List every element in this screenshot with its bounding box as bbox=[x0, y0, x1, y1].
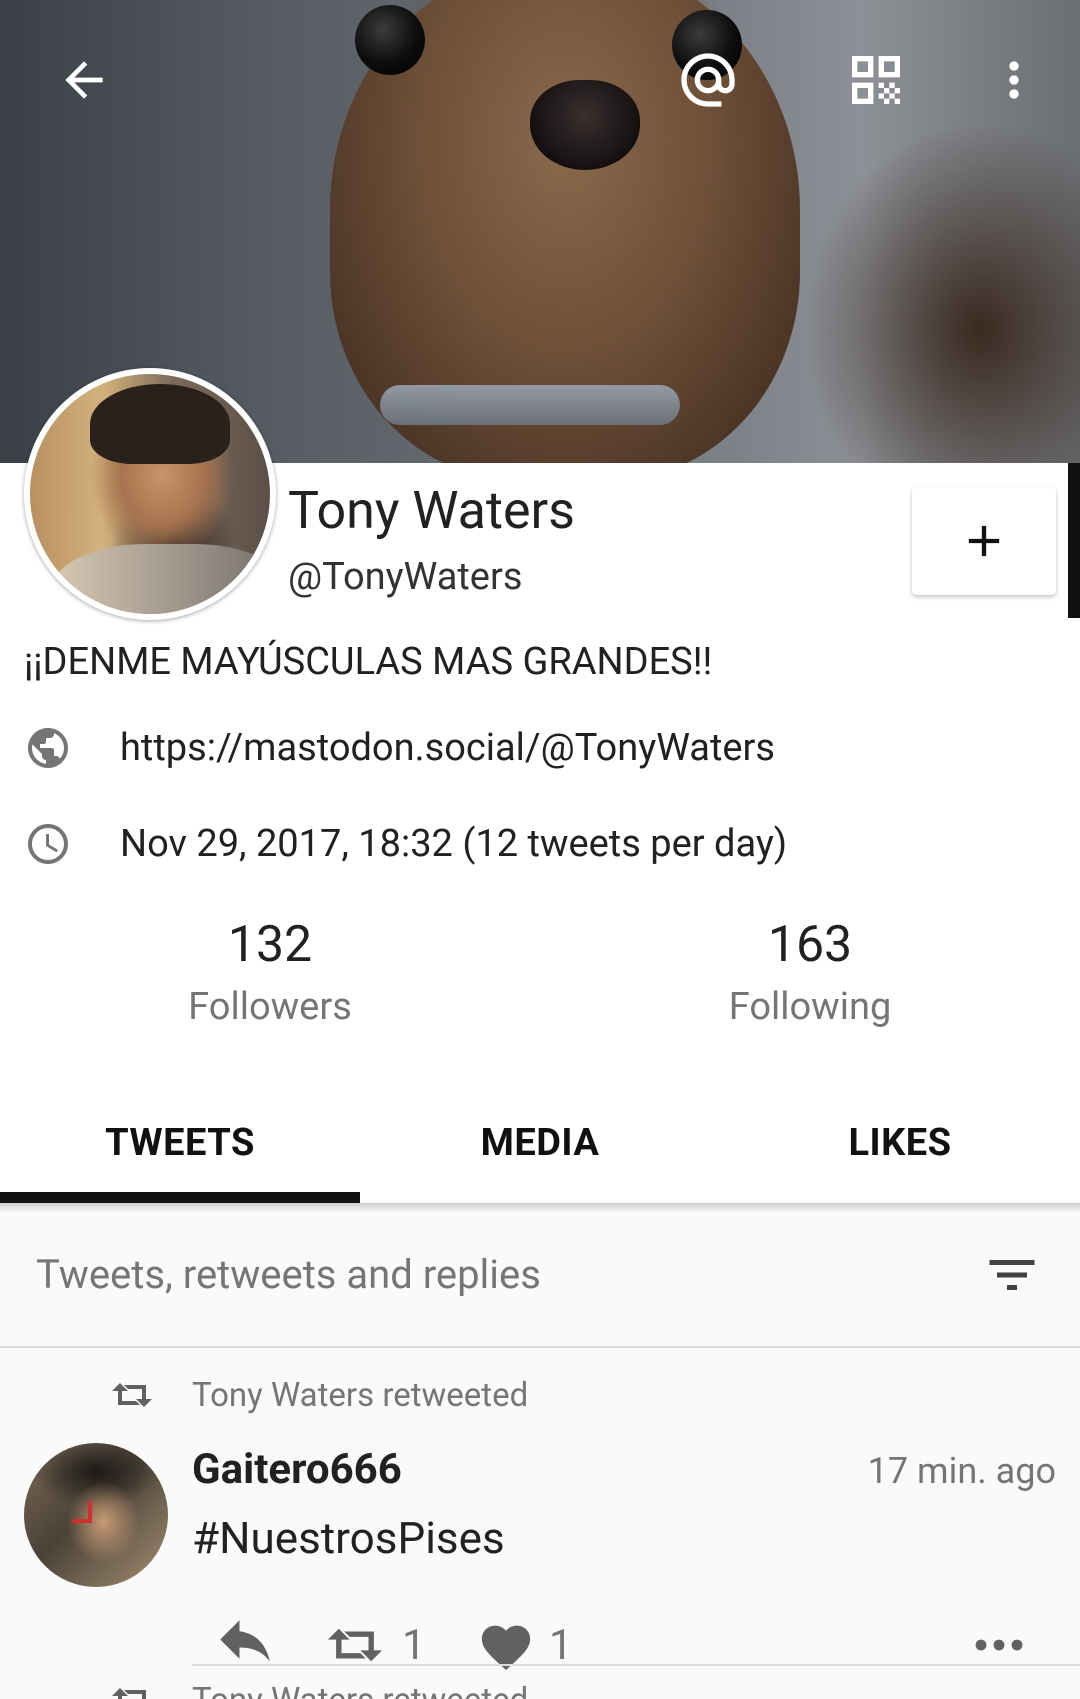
website-link[interactable]: https://mastodon.social/@TonyWaters bbox=[120, 726, 775, 770]
profile-bio: ¡¡DENME MAYÚSCULAS MAS GRANDES!! bbox=[24, 640, 713, 684]
status-actions: 1 1 bbox=[192, 1610, 1056, 1680]
tabs-shadow bbox=[0, 1203, 1080, 1213]
status-author-name[interactable]: Gaitero666 bbox=[192, 1445, 402, 1494]
banner-dog-eye-left bbox=[355, 5, 425, 75]
like-count: 1 bbox=[549, 1620, 573, 1670]
following-count: 163 bbox=[767, 916, 853, 974]
avatar-red-mark bbox=[72, 1501, 92, 1523]
avatar-shirt bbox=[50, 544, 270, 614]
status-divider bbox=[192, 1664, 1080, 1666]
username: @TonyWaters bbox=[288, 555, 523, 599]
more-horiz-icon bbox=[975, 1639, 1023, 1651]
filter-label: Tweets, retweets and replies bbox=[36, 1251, 541, 1298]
tab-likes[interactable]: LIKES bbox=[720, 1083, 1080, 1203]
joined-row: Nov 29, 2017, 18:32 (12 tweets per day) bbox=[24, 814, 787, 874]
filter-button[interactable] bbox=[980, 1243, 1044, 1307]
retweet-icon bbox=[112, 1383, 152, 1407]
reply-button[interactable] bbox=[212, 1610, 278, 1680]
profile-avatar-image bbox=[30, 374, 270, 614]
plus-icon bbox=[968, 525, 1000, 557]
arrow-left-icon bbox=[65, 61, 103, 99]
qr-code-button[interactable] bbox=[836, 40, 916, 120]
more-vert-icon bbox=[1009, 61, 1019, 99]
status-timestamp: 17 min. ago bbox=[867, 1450, 1056, 1492]
status-text[interactable]: #NuestrosPises bbox=[192, 1512, 505, 1564]
retweet-button[interactable]: 1 bbox=[322, 1610, 426, 1680]
globe-icon bbox=[24, 724, 72, 772]
next-retweet-text: Tony Waters retweeted bbox=[192, 1681, 528, 1699]
following-stat[interactable]: 163 Following bbox=[660, 916, 960, 1030]
next-retweet-indicator: Tony Waters retweeted bbox=[108, 1680, 528, 1699]
qr-code-icon bbox=[852, 56, 900, 104]
website-row: https://mastodon.social/@TonyWaters bbox=[24, 718, 775, 778]
like-button[interactable]: 1 bbox=[477, 1610, 573, 1680]
timeline-filter-bar: Tweets, retweets and replies bbox=[0, 1203, 1080, 1348]
banner-dog-collar bbox=[380, 385, 680, 425]
followers-count: 132 bbox=[227, 916, 313, 974]
display-name: Tony Waters bbox=[288, 480, 576, 541]
profile-avatar[interactable] bbox=[24, 368, 276, 620]
status-item[interactable]: Tony Waters retweeted Gaitero666 17 min.… bbox=[0, 1350, 1080, 1699]
mention-button[interactable] bbox=[668, 40, 748, 120]
retweet-by-text: Tony Waters retweeted bbox=[192, 1375, 529, 1415]
edge-bar bbox=[1068, 463, 1080, 618]
profile-tabs: TWEETS MEDIA LIKES bbox=[0, 1083, 1080, 1203]
following-label: Following bbox=[728, 985, 892, 1029]
status-author-avatar[interactable] bbox=[24, 1443, 168, 1587]
timeline[interactable]: Tweets, retweets and replies Tony Waters… bbox=[0, 1203, 1080, 1699]
joined-date: Nov 29, 2017, 18:32 (12 tweets per day) bbox=[120, 822, 788, 866]
at-sign-icon bbox=[681, 53, 735, 107]
retweet-icon bbox=[112, 1688, 146, 1699]
banner-dog-nose bbox=[530, 80, 640, 170]
follow-button[interactable] bbox=[912, 487, 1056, 595]
clock-icon bbox=[24, 820, 72, 868]
avatar-hair bbox=[90, 384, 230, 464]
followers-stat[interactable]: 132 Followers bbox=[120, 916, 420, 1030]
retweet-count: 1 bbox=[402, 1620, 426, 1670]
status-more-button[interactable] bbox=[972, 1610, 1026, 1680]
back-button[interactable] bbox=[44, 40, 124, 120]
followers-label: Followers bbox=[188, 985, 352, 1029]
retweet-indicator: Tony Waters retweeted bbox=[108, 1370, 528, 1420]
tab-tweets[interactable]: TWEETS bbox=[0, 1083, 360, 1203]
tab-media[interactable]: MEDIA bbox=[360, 1083, 720, 1203]
more-options-button[interactable] bbox=[974, 40, 1054, 120]
filter-list-icon bbox=[989, 1259, 1035, 1290]
